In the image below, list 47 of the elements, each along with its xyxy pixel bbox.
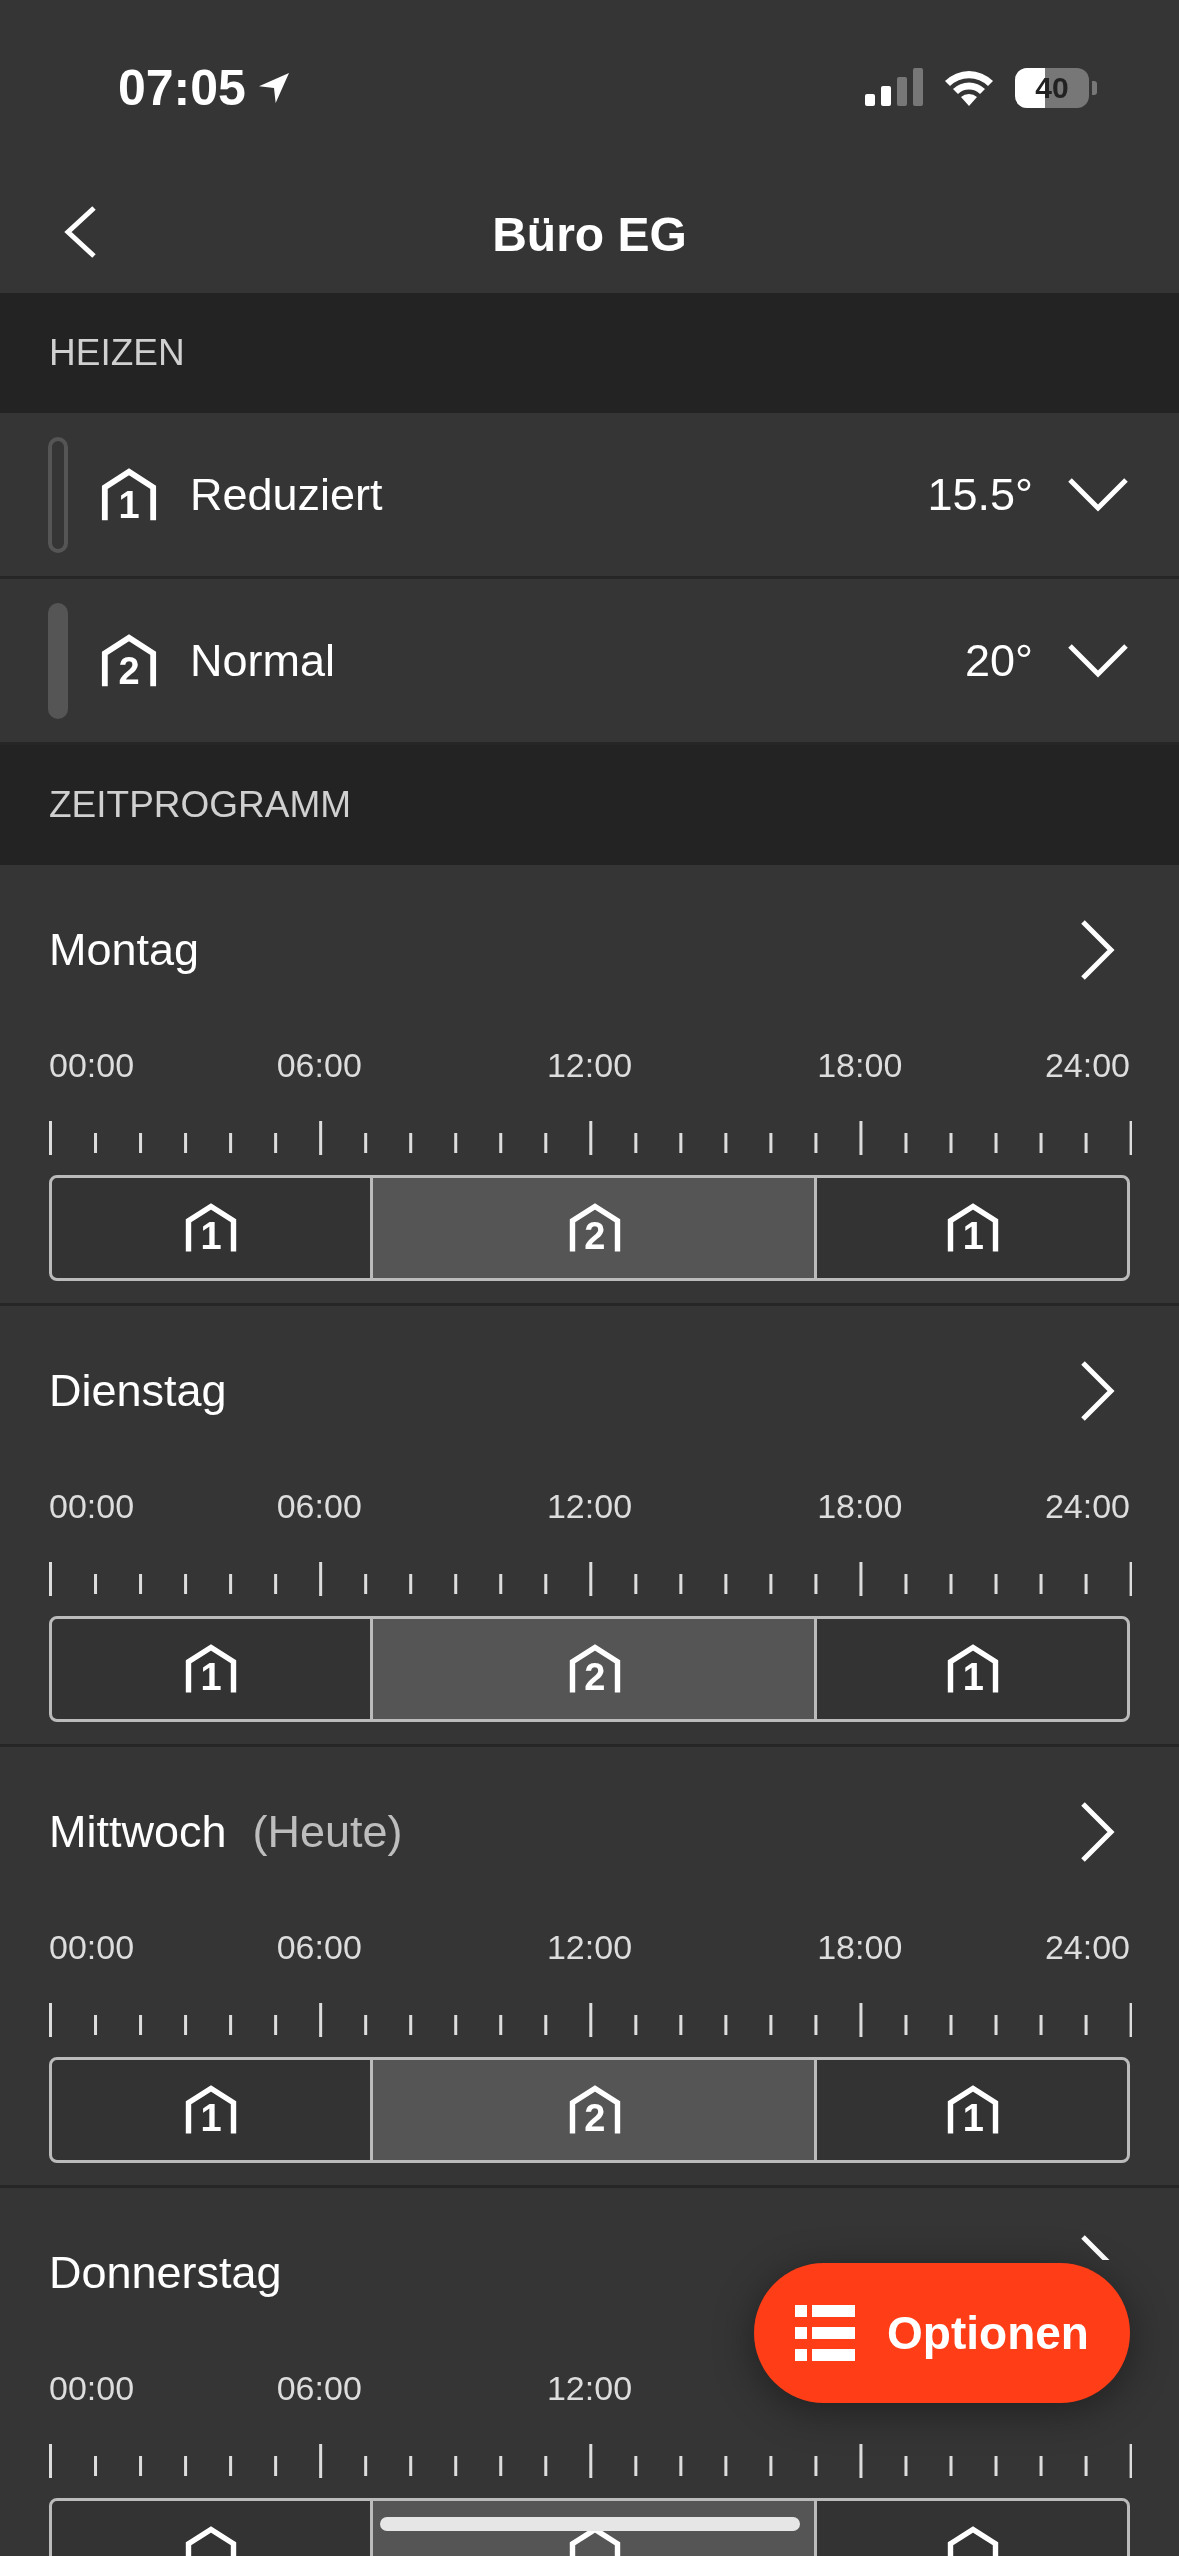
time-axis-label: 00:00 [49,1486,135,1526]
temperature-value: 15.5° [927,468,1033,521]
signal-icon [865,68,923,108]
chevron-right-icon[interactable] [1080,1360,1116,1422]
time-axis-label: 18:00 [817,1927,903,1967]
section-title: HEIZEN [49,332,185,374]
temperature-value: 20° [964,634,1033,687]
time-axis-label: 12:00 [546,1486,633,1526]
time-axis-label: 00:00 [49,1045,135,1085]
schedule-segment[interactable]: 2 [373,1175,817,1281]
today-note: (Heute) [252,1806,403,1858]
time-axis-label: 12:00 [546,2368,633,2408]
back-chevron-icon[interactable] [62,204,98,260]
options-button[interactable]: Optionen [754,2263,1130,2403]
time-axis-label: 12:00 [546,1045,633,1085]
chevron-down-icon[interactable] [1067,642,1129,679]
time-axis-label: 24:00 [1044,1045,1130,1085]
day-schedule-card[interactable]: Mittwoch (Heute) 00:00 06:00 12:00 18:00 24:00 1 2 1 [0,1747,1179,2188]
time-axis-label: 00:00 [49,1927,135,1967]
time-axis-label: 24:00 [1044,1927,1130,1967]
time-axis-label: 18:00 [817,1486,903,1526]
time-axis-label: 06:00 [276,2368,362,2408]
list-icon [795,2305,856,2361]
time-axis-label: 18:00 [817,1045,903,1085]
time-axis-label: 06:00 [276,1486,362,1526]
day-schedule-card[interactable]: Montag 00:00 06:00 12:00 18:00 24:00 1 2 1 [0,865,1179,1306]
chevron-down-icon[interactable] [1067,476,1129,513]
status-time: 07:05 [118,59,246,117]
mode-label: Reduziert [190,468,384,521]
day-name: Donnerstag [49,2247,282,2299]
chevron-right-icon[interactable] [1080,919,1116,981]
mode-label: Normal [190,634,337,687]
page-title: Büro EG [492,207,687,262]
day-name: Mittwoch [49,1806,227,1858]
schedule-segment[interactable]: 2 [373,2057,817,2163]
chevron-right-icon[interactable] [1080,1801,1116,1863]
time-axis-label: 12:00 [546,1927,633,1967]
wifi-icon [943,68,995,108]
schedule-segment[interactable]: 2 [373,1616,817,1722]
section-title: ZEITPROGRAMM [49,784,352,826]
time-axis-label: 06:00 [276,1045,362,1085]
day-name: Dienstag [49,1365,227,1417]
time-axis-label: 00:00 [49,2368,135,2408]
day-schedule-card[interactable]: Dienstag 00:00 06:00 12:00 18:00 24:00 1 2 1 [0,1306,1179,1747]
day-name: Montag [49,924,200,976]
time-axis-label: 06:00 [276,1927,362,1967]
time-axis-label: 24:00 [1044,1486,1130,1526]
